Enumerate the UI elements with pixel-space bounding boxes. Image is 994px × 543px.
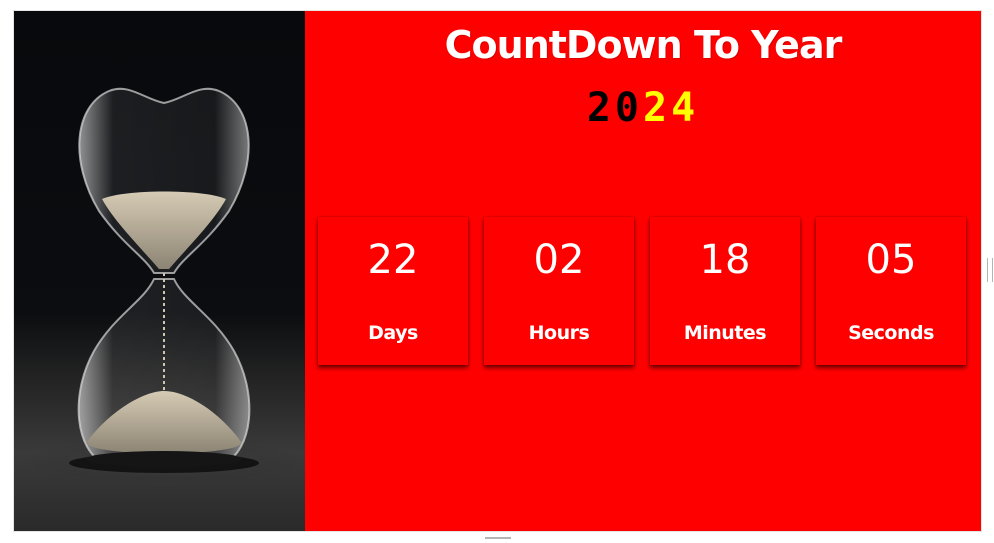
countdown-box-seconds: 05 Seconds (816, 217, 966, 365)
page-title: CountDown To Year (444, 23, 843, 67)
countdown-panel: CountDown To Year 2024 22 Days 02 Hours … (305, 11, 981, 531)
year-digit: 2 (586, 85, 615, 131)
year-display: 2024 (305, 85, 981, 131)
horizontal-resize-handle[interactable] (485, 537, 511, 539)
countdown-box-hours: 02 Hours (484, 217, 634, 365)
seconds-value: 05 (865, 237, 917, 283)
countdown-boxes: 22 Days 02 Hours 18 Minutes 05 Seconds (318, 217, 966, 365)
days-label: Days (368, 322, 418, 344)
hours-value: 02 (533, 237, 585, 283)
year-digit: 4 (671, 85, 700, 131)
minutes-label: Minutes (683, 322, 767, 344)
hourglass-icon (24, 87, 304, 483)
minutes-value: 18 (699, 237, 751, 283)
year-digit: 2 (643, 85, 672, 131)
hourglass-image (14, 11, 305, 531)
hours-label: Hours (528, 322, 590, 344)
countdown-box-days: 22 Days (318, 217, 468, 365)
days-value: 22 (367, 237, 419, 283)
countdown-card: CountDown To Year 2024 22 Days 02 Hours … (14, 11, 981, 531)
seconds-label: Seconds (848, 322, 934, 344)
countdown-box-minutes: 18 Minutes (650, 217, 800, 365)
year-digit: 0 (614, 85, 643, 131)
vertical-resize-handle[interactable] (987, 258, 993, 282)
